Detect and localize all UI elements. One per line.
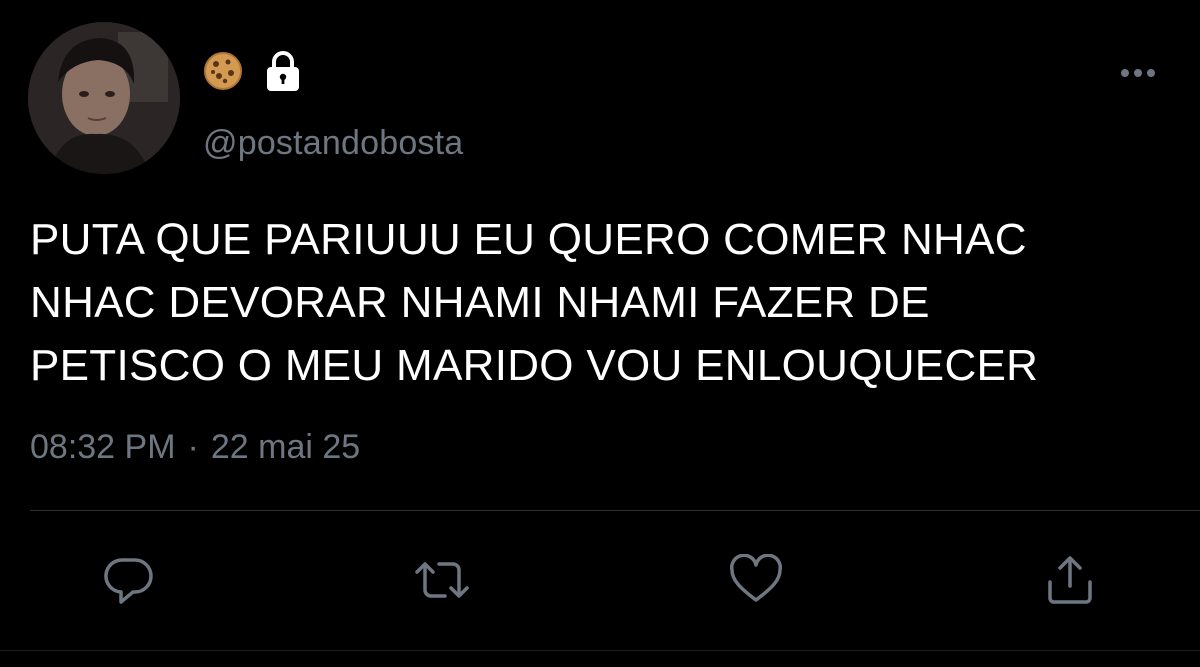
user-handle[interactable]: @postandobosta — [203, 124, 463, 163]
timestamp-separator: · — [187, 428, 199, 466]
share-icon — [1048, 556, 1092, 604]
tweet-timestamp[interactable]: 08:32 PM · 22 mai 25 — [30, 428, 360, 467]
retweet-button[interactable] — [410, 548, 474, 612]
bottom-divider — [0, 650, 1200, 651]
avatar-photo — [28, 22, 180, 174]
divider — [30, 510, 1200, 511]
reply-icon — [104, 558, 153, 604]
heart-icon — [730, 554, 782, 602]
display-name[interactable] — [203, 50, 303, 92]
avatar[interactable] — [28, 22, 180, 174]
more-options-button[interactable] — [1118, 62, 1158, 84]
cookie-icon — [203, 51, 243, 91]
action-bar — [0, 548, 1200, 612]
share-button[interactable] — [1038, 548, 1102, 612]
tweet-date: 22 mai 25 — [210, 428, 361, 466]
like-button[interactable] — [724, 548, 788, 612]
reply-button[interactable] — [97, 548, 161, 612]
tweet-text: PUTA QUE PARIUUU EU QUERO COMER NHAC NHA… — [30, 215, 1039, 390]
retweet-icon — [415, 562, 469, 598]
tweet-card: @postandobosta PUTA QUE PARIUUU EU QUERO… — [0, 0, 1200, 667]
more-icon — [1121, 69, 1155, 77]
lock-icon — [263, 50, 303, 92]
tweet-time: 08:32 PM — [30, 428, 176, 466]
